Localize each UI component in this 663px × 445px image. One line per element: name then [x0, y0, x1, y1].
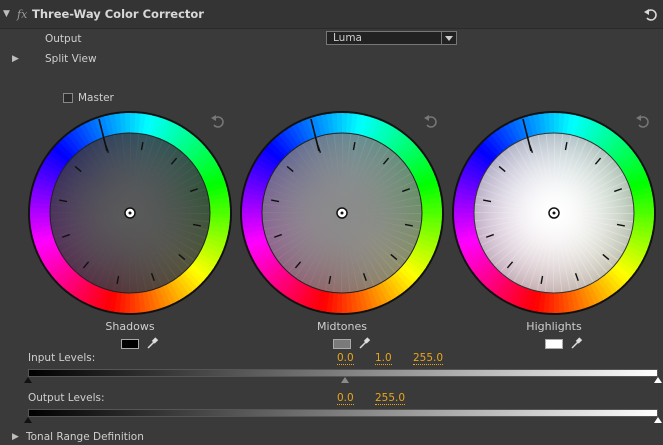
highlights-color-swatch[interactable] — [545, 339, 563, 349]
output-label: Output — [45, 33, 82, 45]
midtones-eyedropper-icon[interactable] — [358, 337, 371, 350]
highlights-reset-icon[interactable] — [636, 115, 649, 128]
chevron-down-icon — [441, 32, 456, 44]
master-checkbox[interactable] — [63, 93, 73, 103]
input-black-slider-handle[interactable] — [24, 377, 32, 383]
input-levels-label: Input Levels: — [28, 352, 96, 364]
master-label: Master — [78, 92, 114, 104]
output-dropdown[interactable]: Luma — [326, 31, 457, 45]
expand-triangle-icon[interactable]: ▶ — [12, 54, 19, 64]
midtones-wheel[interactable] — [240, 111, 444, 315]
reset-effect-icon[interactable] — [644, 8, 658, 21]
tonal-range-label: Tonal Range Definition — [26, 431, 144, 443]
collapse-triangle-icon[interactable]: ▼ — [3, 9, 10, 19]
midtones-color-swatch[interactable] — [333, 339, 351, 349]
highlights-wheel[interactable] — [452, 111, 656, 315]
highlights-eyedropper-icon[interactable] — [570, 337, 583, 350]
shadows-label: Shadows — [105, 320, 155, 333]
output-levels-gradient-bar[interactable] — [28, 409, 658, 417]
output-white-value[interactable]: 255.0 — [375, 392, 406, 405]
midtones-label: Midtones — [316, 320, 368, 333]
output-black-value[interactable]: 0.0 — [337, 392, 354, 405]
output-white-slider-handle[interactable] — [654, 417, 662, 423]
output-levels-label: Output Levels: — [28, 392, 105, 404]
midtones-reset-icon[interactable] — [424, 115, 437, 128]
highlights-label: Highlights — [526, 320, 582, 333]
shadows-wheel[interactable] — [28, 111, 232, 315]
effect-title: Three-Way Color Corrector — [32, 7, 204, 21]
effect-header: ▼ fx Three-Way Color Corrector — [0, 0, 663, 29]
input-white-value[interactable]: 255.0 — [413, 352, 444, 365]
input-white-slider-handle[interactable] — [654, 377, 662, 383]
input-gamma-slider-handle[interactable] — [341, 377, 349, 383]
output-dropdown-value: Luma — [333, 32, 362, 44]
fx-icon[interactable]: fx — [17, 8, 27, 21]
shadows-eyedropper-icon[interactable] — [146, 337, 159, 350]
input-levels-gradient-bar[interactable] — [28, 369, 658, 377]
input-gamma-value[interactable]: 1.0 — [375, 352, 392, 365]
input-black-value[interactable]: 0.0 — [337, 352, 354, 365]
output-black-slider-handle[interactable] — [24, 417, 32, 423]
split-view-label: Split View — [45, 53, 97, 65]
shadows-reset-icon[interactable] — [211, 115, 224, 128]
color-wheels — [28, 111, 656, 315]
shadows-color-swatch[interactable] — [121, 339, 139, 349]
tonal-range-expand-icon[interactable]: ▶ — [12, 432, 19, 442]
